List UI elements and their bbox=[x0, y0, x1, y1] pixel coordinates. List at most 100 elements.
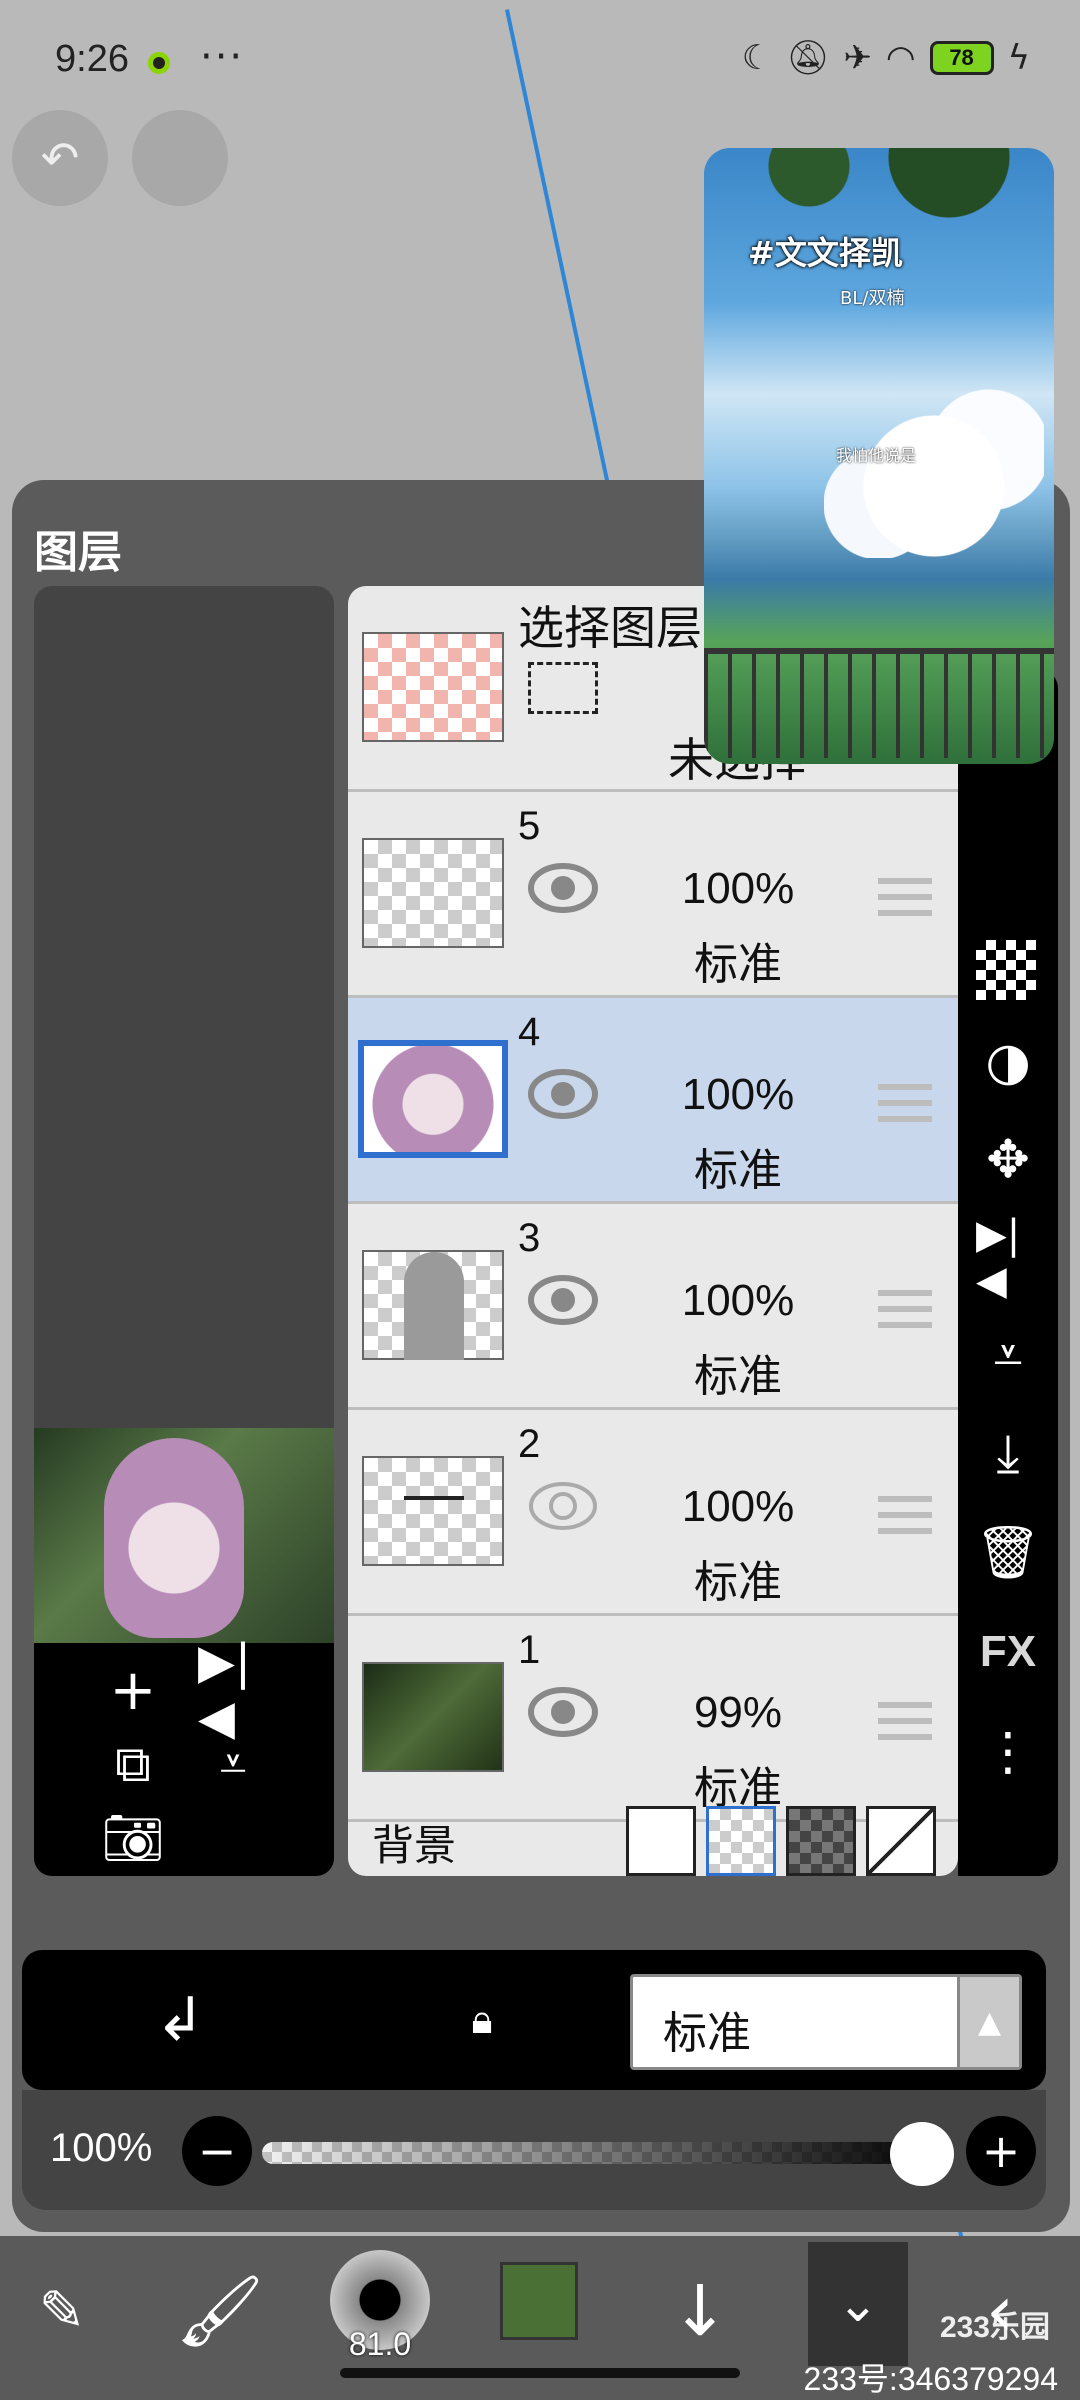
status-time: 9:26 bbox=[55, 38, 129, 80]
layer-opacity: 100% bbox=[681, 864, 795, 913]
status-icons: ☾ 🔕︎ ✈ ◠ 78 ϟ bbox=[742, 38, 1030, 78]
mute-icon: 🔕︎ bbox=[786, 38, 830, 78]
add-layer-icon[interactable]: + bbox=[98, 1655, 168, 1725]
reference-caption: 我怕他说是 bbox=[836, 446, 917, 465]
brush-icon: 🖌︎ bbox=[175, 2269, 265, 2352]
layer-blend-mode: 标准 bbox=[694, 939, 782, 990]
background-white-swatch[interactable] bbox=[626, 1806, 696, 1876]
moon-icon: ☾ bbox=[741, 38, 773, 78]
silhouette-shape bbox=[404, 1252, 464, 1360]
eye-icon[interactable] bbox=[528, 862, 598, 914]
layer-row-1[interactable]: 1 99% 标准 bbox=[348, 1616, 958, 1822]
undo-button[interactable]: ↶ bbox=[12, 110, 108, 206]
layer-number: 1 bbox=[518, 1628, 541, 1672]
brush-eraser-swap-icon: ✎ bbox=[38, 2278, 86, 2344]
reference-cloud bbox=[824, 378, 1044, 558]
eye-icon[interactable] bbox=[528, 1274, 598, 1326]
background-dark-swatch[interactable] bbox=[786, 1806, 856, 1876]
layer-opacity: 100% bbox=[681, 1276, 795, 1325]
opacity-slider-knob[interactable] bbox=[890, 2122, 954, 2186]
layer-row-3[interactable]: 3 100% 标准 bbox=[348, 1204, 958, 1410]
drag-handle-icon[interactable] bbox=[878, 878, 932, 924]
status-bar: 9:26 ··· ☾ 🔕︎ ✈ ◠ 78 ϟ bbox=[0, 0, 1080, 120]
contrast-icon[interactable]: ◑ bbox=[976, 1030, 1040, 1094]
opacity-label: 100% bbox=[50, 2126, 153, 2170]
eyes-sketch bbox=[404, 1496, 464, 1502]
opacity-increase-button[interactable]: + bbox=[966, 2116, 1036, 2186]
layer-opacity: 99% bbox=[693, 1688, 783, 1737]
blend-mode-select[interactable]: 标准 ▲ bbox=[630, 1974, 1022, 2070]
layer-actions-column: ◑ ✥ ▶|◀ ⩡ ⤓ 🗑︎ FX ⋮ bbox=[958, 670, 1058, 1876]
undo-icon: ↶ bbox=[40, 131, 80, 185]
reference-image[interactable]: #文文择凯 BL/双楠 我怕他说是 bbox=[704, 148, 1054, 764]
layer-blend-mode: 标准 bbox=[694, 1557, 782, 1608]
eye-icon[interactable] bbox=[528, 1068, 598, 1120]
canvas-preview[interactable] bbox=[34, 1428, 334, 1643]
trash-icon[interactable]: 🗑︎ bbox=[975, 1520, 1041, 1584]
layer-tools: + ▶|◀ ⧉ ⩡ 📷︎ bbox=[34, 1634, 334, 1876]
layer-row-4[interactable]: 4 100% 标准 bbox=[348, 998, 958, 1204]
move-icon[interactable]: ✥ bbox=[976, 1128, 1040, 1192]
background-label: 背景 bbox=[372, 1821, 457, 1870]
eye-icon[interactable] bbox=[528, 1686, 598, 1738]
layer-list: 选择图层 未选择 5 100% 标准 4 100% 标准 3 100% bbox=[348, 586, 958, 1876]
chevron-down-icon: ⌄ bbox=[837, 2275, 879, 2333]
selection-layer-thumbnail bbox=[362, 632, 504, 742]
eye-hidden-icon[interactable] bbox=[528, 1480, 598, 1532]
redo-button[interactable] bbox=[132, 110, 228, 206]
layer-row-2[interactable]: 2 100% 标准 bbox=[348, 1410, 958, 1616]
flip-horizontal-icon[interactable]: ▶|◀ bbox=[976, 1212, 1040, 1304]
layer-row-5[interactable]: 5 100% 标准 bbox=[348, 792, 958, 998]
layer-number: 2 bbox=[518, 1422, 541, 1466]
layer-opacity: 100% bbox=[681, 1070, 795, 1119]
layer-down-button[interactable]: ↓ bbox=[640, 2256, 760, 2366]
home-indicator[interactable] bbox=[340, 2368, 740, 2378]
arrow-down-icon: ↓ bbox=[670, 2270, 730, 2352]
drag-handle-icon[interactable] bbox=[878, 1702, 932, 1748]
brush-button[interactable]: 🖌︎ bbox=[160, 2256, 280, 2366]
selection-marquee-icon bbox=[528, 662, 598, 714]
character-preview bbox=[104, 1438, 244, 1638]
reference-subtitle: BL/双楠 bbox=[840, 288, 905, 309]
opacity-bar: 100% − + bbox=[22, 2090, 1046, 2210]
drag-handle-icon[interactable] bbox=[878, 1290, 932, 1336]
background-none-swatch[interactable] bbox=[866, 1806, 936, 1876]
drag-handle-icon[interactable] bbox=[878, 1496, 932, 1542]
layer-blend-mode: 标准 bbox=[694, 1351, 782, 1402]
opacity-decrease-button[interactable]: − bbox=[182, 2116, 252, 2186]
background-transparent-swatch[interactable] bbox=[706, 1806, 776, 1876]
layer-thumbnail bbox=[362, 1662, 504, 1772]
layer-number: 5 bbox=[518, 804, 541, 848]
camera-icon[interactable]: 📷︎ bbox=[98, 1803, 168, 1873]
alpha-lock-button[interactable]: 🔒︎ bbox=[442, 1980, 522, 2060]
clipping-icon[interactable]: ↲ bbox=[140, 1980, 220, 2060]
wifi-icon: ◠ bbox=[885, 38, 916, 78]
drag-handle-icon[interactable] bbox=[878, 1084, 932, 1130]
reference-leaves bbox=[704, 148, 1054, 238]
layer-blend-mode: 标准 bbox=[694, 1145, 782, 1196]
airplane-icon: ✈ bbox=[843, 38, 872, 78]
flip-horizontal-icon[interactable]: ▶|◀ bbox=[198, 1634, 268, 1746]
more-vertical-icon[interactable]: ⋮ bbox=[976, 1720, 1040, 1784]
background-row: 背景 bbox=[348, 1806, 958, 1876]
watermark-logo: 233乐园 bbox=[939, 2311, 1050, 2344]
reference-railing bbox=[704, 648, 1054, 758]
checker-icon[interactable] bbox=[976, 940, 1036, 1000]
canvas-preview-column: + ▶|◀ ⧉ ⩡ 📷︎ bbox=[34, 586, 334, 1876]
charging-icon: ϟ bbox=[1007, 38, 1030, 78]
watermark-id: 233号:346379294 bbox=[803, 2361, 1058, 2397]
panel-title: 图层 bbox=[34, 527, 122, 578]
flip-vertical-icon[interactable]: ⩡ bbox=[198, 1729, 268, 1799]
blend-bar: ↲ 🔒︎ 标准 ▲ bbox=[22, 1950, 1046, 2090]
opacity-slider[interactable] bbox=[262, 2142, 942, 2164]
fx-button[interactable]: FX bbox=[976, 1620, 1040, 1684]
collapse-panel-button[interactable]: ⌄ bbox=[808, 2242, 908, 2366]
layer-thumbnail bbox=[358, 1040, 508, 1158]
flip-vertical-icon[interactable]: ⩡ bbox=[976, 1324, 1040, 1388]
tool-switch-button[interactable]: ✎ bbox=[2, 2256, 122, 2366]
layer-number: 3 bbox=[518, 1216, 541, 1260]
merge-down-icon[interactable]: ⤓ bbox=[976, 1422, 1040, 1486]
notification-dot-icon bbox=[148, 52, 170, 74]
duplicate-layer-icon[interactable]: ⧉ bbox=[98, 1729, 168, 1799]
color-swatch-button[interactable] bbox=[500, 2262, 578, 2340]
